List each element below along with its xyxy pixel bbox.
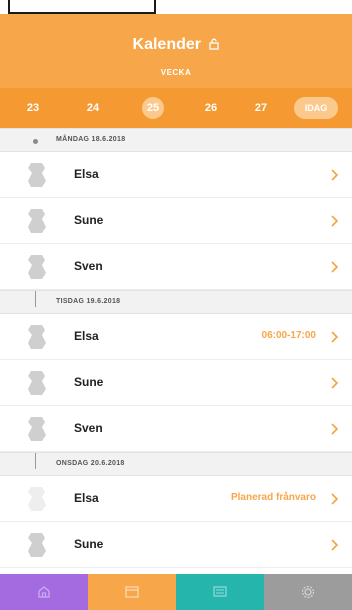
avatar xyxy=(28,255,46,279)
today-button[interactable]: IDAG xyxy=(294,97,338,119)
day-item[interactable]: 23 xyxy=(20,97,46,119)
list-item[interactable]: Elsa Planerad frånvaro xyxy=(0,476,352,522)
home-icon xyxy=(38,586,50,598)
person-name: Sven xyxy=(74,421,103,435)
avatar xyxy=(28,417,46,441)
chevron-right-icon xyxy=(331,423,338,435)
tab-settings[interactable] xyxy=(264,574,352,610)
calendar-icon xyxy=(125,586,139,598)
top-tab-frame xyxy=(8,0,156,14)
person-name: Sune xyxy=(74,213,104,227)
list-item[interactable]: Elsa xyxy=(0,152,352,198)
person-name: Sune xyxy=(74,375,104,389)
list-item[interactable]: Sven xyxy=(0,244,352,290)
timeline-dot xyxy=(33,139,38,144)
chevron-right-icon xyxy=(331,215,338,227)
avatar xyxy=(28,325,46,349)
page-title: Kalender xyxy=(132,36,201,53)
day-section-header: MÅNDAG 18.6.2018 xyxy=(0,128,352,152)
person-name: Sune xyxy=(74,537,104,551)
chevron-right-icon xyxy=(331,539,338,551)
list-item[interactable]: Sune xyxy=(0,198,352,244)
section-date-label: MÅNDAG 18.6.2018 xyxy=(56,136,126,143)
chevron-right-icon xyxy=(331,377,338,389)
list-item[interactable]: Sune xyxy=(0,360,352,406)
bottom-tab-bar xyxy=(0,574,352,610)
tab-home[interactable] xyxy=(0,574,88,610)
chevron-right-icon xyxy=(331,169,338,181)
avatar xyxy=(28,371,46,395)
section-date-label: TISDAG 19.6.2018 xyxy=(56,298,121,305)
absence-status: Planerad frånvaro xyxy=(230,492,316,503)
chevron-right-icon xyxy=(331,261,338,273)
tab-messages[interactable] xyxy=(176,574,264,610)
day-selector: 23 24 25 26 27 IDAG xyxy=(0,88,352,128)
app-screen: Kalender VECKA 23 24 25 26 27 IDAG MÅNDA… xyxy=(0,0,352,610)
day-item-selected[interactable]: 25 xyxy=(142,97,164,119)
schedule-list: MÅNDAG 18.6.2018 Elsa Sune Sven TISDAG 1… xyxy=(0,128,352,574)
timeline-line xyxy=(35,453,36,469)
day-item[interactable]: 24 xyxy=(80,97,106,119)
tab-calendar[interactable] xyxy=(88,574,176,610)
chevron-right-icon xyxy=(331,331,338,343)
calendar-header: Kalender VECKA 23 24 25 26 27 IDAG xyxy=(0,14,352,128)
chevron-right-icon xyxy=(331,493,338,505)
day-section-header: ONSDAG 20.6.2018 xyxy=(0,452,352,476)
top-strip xyxy=(0,0,352,14)
person-name: Sven xyxy=(74,259,103,273)
person-name: Elsa xyxy=(74,329,99,343)
timeline-line xyxy=(35,291,36,307)
list-item[interactable]: Elsa 06:00-17:00 xyxy=(0,314,352,360)
person-name: Elsa xyxy=(74,491,99,505)
avatar xyxy=(28,209,46,233)
day-item[interactable]: 27 xyxy=(248,97,274,119)
shift-time: 06:00-17:00 xyxy=(261,330,316,341)
header-title-row: Kalender xyxy=(0,36,352,54)
gear-icon xyxy=(301,585,315,599)
day-item[interactable]: 26 xyxy=(198,97,224,119)
section-date-label: ONSDAG 20.6.2018 xyxy=(56,460,125,467)
list-item[interactable]: Sven xyxy=(0,406,352,452)
avatar xyxy=(28,487,46,511)
lock-icon[interactable] xyxy=(209,38,220,50)
list-item[interactable]: Sune xyxy=(0,522,352,568)
person-name: Elsa xyxy=(74,167,99,181)
view-mode-label[interactable]: VECKA xyxy=(0,68,352,77)
message-icon xyxy=(213,586,227,597)
avatar xyxy=(28,533,46,557)
day-section-header: TISDAG 19.6.2018 xyxy=(0,290,352,314)
avatar xyxy=(28,163,46,187)
